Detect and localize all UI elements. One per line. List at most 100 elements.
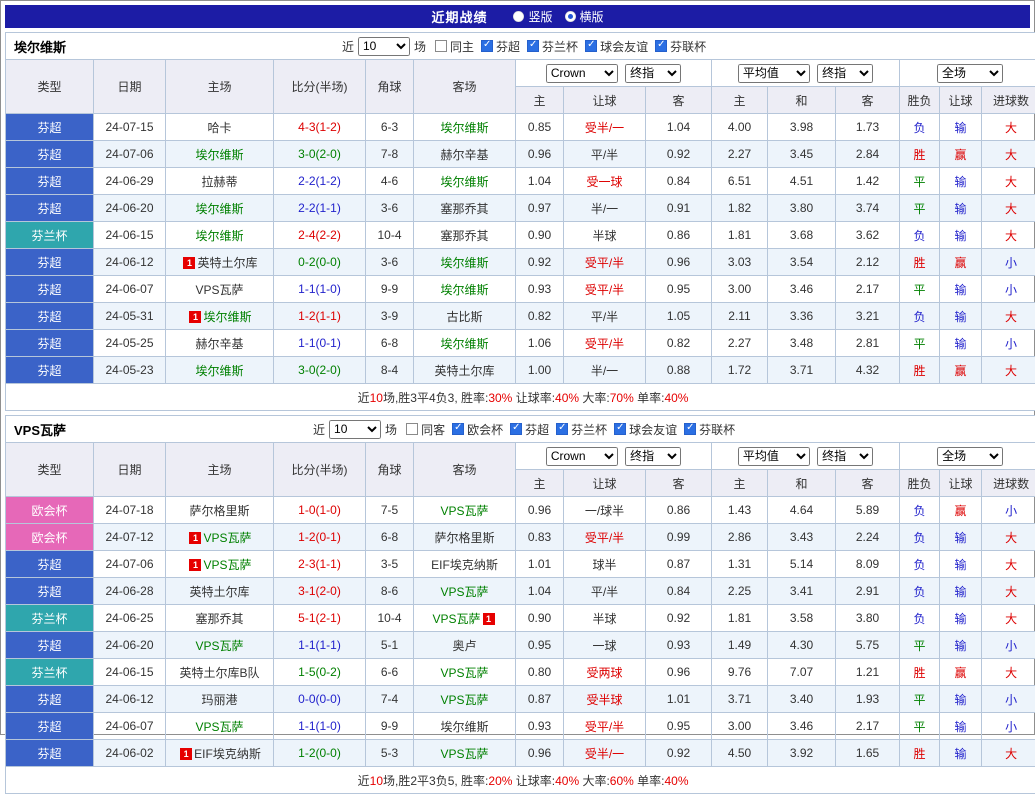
final-odds-select[interactable]: 终指 bbox=[817, 447, 873, 466]
bookmaker-select[interactable]: Crown bbox=[546, 64, 618, 83]
full-match-select[interactable]: 全场 bbox=[937, 64, 1003, 83]
filter-option-fin-cup[interactable]: 芬兰杯 bbox=[527, 38, 578, 55]
checkbox-same-home[interactable] bbox=[435, 40, 447, 52]
final-odds-select[interactable]: 终指 bbox=[817, 64, 873, 83]
team-link[interactable]: 埃尔维斯 bbox=[195, 364, 243, 378]
team-link[interactable]: 埃尔维斯 bbox=[440, 337, 488, 351]
vertical-layout-option[interactable]: 竖版 bbox=[513, 8, 552, 25]
filter-option-conf-league[interactable]: 欧会杯 bbox=[452, 421, 503, 438]
filter-option-club-friendly[interactable]: 球会友谊 bbox=[585, 38, 648, 55]
team-link[interactable]: 萨尔格里斯 bbox=[434, 531, 494, 545]
checkbox-same-away[interactable] bbox=[406, 423, 418, 435]
team-link[interactable]: 埃尔维斯 bbox=[440, 121, 488, 135]
avg-draw-cell: 3.68 bbox=[768, 222, 836, 249]
score-cell[interactable]: 1-5(0-2) bbox=[274, 659, 366, 686]
filter-option-fin-league-cup[interactable]: 芬联杯 bbox=[655, 38, 706, 55]
final-odds-select[interactable]: 终指 bbox=[625, 447, 681, 466]
score-cell[interactable]: 3-0(2-0) bbox=[274, 357, 366, 384]
team-link[interactable]: 英特土尔库B队 bbox=[179, 666, 259, 680]
score-cell[interactable]: 1-2(0-0) bbox=[274, 740, 366, 767]
score-cell[interactable]: 2-4(2-2) bbox=[274, 222, 366, 249]
score-cell[interactable]: 1-1(1-0) bbox=[274, 276, 366, 303]
team-link[interactable]: 塞那乔其 bbox=[440, 202, 488, 216]
team-link[interactable]: VPS瓦萨 bbox=[195, 283, 243, 297]
team-link[interactable]: 埃尔维斯 bbox=[203, 310, 251, 324]
checkbox-fin-premier[interactable] bbox=[481, 40, 493, 52]
score-cell[interactable]: 2-2(1-2) bbox=[274, 168, 366, 195]
team-link[interactable]: 埃尔维斯 bbox=[440, 256, 488, 270]
team-link[interactable]: 埃尔维斯 bbox=[440, 175, 488, 189]
checkbox-fin-cup[interactable] bbox=[556, 423, 568, 435]
checkbox-fin-cup[interactable] bbox=[527, 40, 539, 52]
team-link[interactable]: 奥卢 bbox=[452, 639, 476, 653]
team-link[interactable]: EIF埃克纳斯 bbox=[431, 558, 498, 572]
team-link[interactable]: 赫尔辛基 bbox=[195, 337, 243, 351]
score-cell[interactable]: 2-3(1-1) bbox=[274, 551, 366, 578]
team-link[interactable]: VPS瓦萨 bbox=[203, 531, 251, 545]
horizontal-radio[interactable] bbox=[565, 11, 576, 22]
match-count-select[interactable]: 10 bbox=[358, 37, 410, 56]
score-cell[interactable]: 3-0(2-0) bbox=[274, 141, 366, 168]
team-link[interactable]: 赫尔辛基 bbox=[440, 148, 488, 162]
score-cell[interactable]: 1-1(1-0) bbox=[274, 713, 366, 740]
scope-header-cell: 全场 bbox=[900, 443, 1035, 470]
full-match-select[interactable]: 全场 bbox=[937, 447, 1003, 466]
filter-option-fin-cup[interactable]: 芬兰杯 bbox=[556, 421, 607, 438]
team-link[interactable]: VPS瓦萨 bbox=[440, 504, 488, 518]
score-cell[interactable]: 1-1(1-1) bbox=[274, 632, 366, 659]
team-link[interactable]: 玛丽港 bbox=[201, 693, 237, 707]
team-link[interactable]: 埃尔维斯 bbox=[195, 229, 243, 243]
horizontal-layout-option[interactable]: 横版 bbox=[565, 8, 604, 25]
checkbox-fin-league-cup[interactable] bbox=[684, 423, 696, 435]
team-link[interactable]: 英特土尔库 bbox=[434, 364, 494, 378]
team-link[interactable]: VPS瓦萨 bbox=[432, 612, 480, 626]
checkbox-fin-league-cup[interactable] bbox=[655, 40, 667, 52]
team-link[interactable]: 埃尔维斯 bbox=[440, 283, 488, 297]
checkbox-fin-premier[interactable] bbox=[510, 423, 522, 435]
team-link[interactable]: 拉赫蒂 bbox=[201, 175, 237, 189]
score-cell[interactable]: 4-3(1-2) bbox=[274, 114, 366, 141]
filter-option-fin-premier[interactable]: 芬超 bbox=[481, 38, 520, 55]
score-cell[interactable]: 5-1(2-1) bbox=[274, 605, 366, 632]
team-link[interactable]: VPS瓦萨 bbox=[440, 693, 488, 707]
score-cell[interactable]: 0-2(0-0) bbox=[274, 249, 366, 276]
team-link[interactable]: 古比斯 bbox=[446, 310, 482, 324]
team-link[interactable]: EIF埃克纳斯 bbox=[194, 747, 261, 761]
team-link[interactable]: VPS瓦萨 bbox=[440, 666, 488, 680]
filter-option-same-home[interactable]: 同主 bbox=[435, 38, 474, 55]
checkbox-club-friendly[interactable] bbox=[585, 40, 597, 52]
bookmaker-select[interactable]: Crown bbox=[546, 447, 618, 466]
team-link[interactable]: 埃尔维斯 bbox=[195, 148, 243, 162]
score-cell[interactable]: 1-1(0-1) bbox=[274, 330, 366, 357]
team-link[interactable]: 埃尔维斯 bbox=[195, 202, 243, 216]
checkbox-conf-league[interactable] bbox=[452, 423, 464, 435]
team-link[interactable]: 塞那乔其 bbox=[195, 612, 243, 626]
average-select[interactable]: 平均值 bbox=[738, 64, 810, 83]
checkbox-club-friendly[interactable] bbox=[614, 423, 626, 435]
team-link[interactable]: 英特土尔库 bbox=[189, 585, 249, 599]
team-link[interactable]: 萨尔格里斯 bbox=[189, 504, 249, 518]
score-cell[interactable]: 1-2(1-1) bbox=[274, 303, 366, 330]
filter-option-fin-premier[interactable]: 芬超 bbox=[510, 421, 549, 438]
score-cell[interactable]: 0-0(0-0) bbox=[274, 686, 366, 713]
score-cell[interactable]: 1-2(0-1) bbox=[274, 524, 366, 551]
average-select[interactable]: 平均值 bbox=[738, 447, 810, 466]
team-link[interactable]: VPS瓦萨 bbox=[440, 747, 488, 761]
team-link[interactable]: VPS瓦萨 bbox=[203, 558, 251, 572]
team-link[interactable]: VPS瓦萨 bbox=[195, 720, 243, 734]
match-count-select[interactable]: 10 bbox=[329, 420, 381, 439]
team-link[interactable]: 塞那乔其 bbox=[440, 229, 488, 243]
filter-option-fin-league-cup[interactable]: 芬联杯 bbox=[684, 421, 735, 438]
team-link[interactable]: 哈卡 bbox=[207, 121, 231, 135]
final-odds-select[interactable]: 终指 bbox=[625, 64, 681, 83]
filter-option-same-away[interactable]: 同客 bbox=[406, 421, 445, 438]
score-cell[interactable]: 3-1(2-0) bbox=[274, 578, 366, 605]
filter-option-club-friendly[interactable]: 球会友谊 bbox=[614, 421, 677, 438]
team-link[interactable]: VPS瓦萨 bbox=[195, 639, 243, 653]
team-link[interactable]: 英特土尔库 bbox=[197, 256, 257, 270]
vertical-radio[interactable] bbox=[513, 11, 524, 22]
team-link[interactable]: VPS瓦萨 bbox=[440, 585, 488, 599]
score-cell[interactable]: 1-0(1-0) bbox=[274, 497, 366, 524]
score-cell[interactable]: 2-2(1-1) bbox=[274, 195, 366, 222]
team-link[interactable]: 埃尔维斯 bbox=[440, 720, 488, 734]
